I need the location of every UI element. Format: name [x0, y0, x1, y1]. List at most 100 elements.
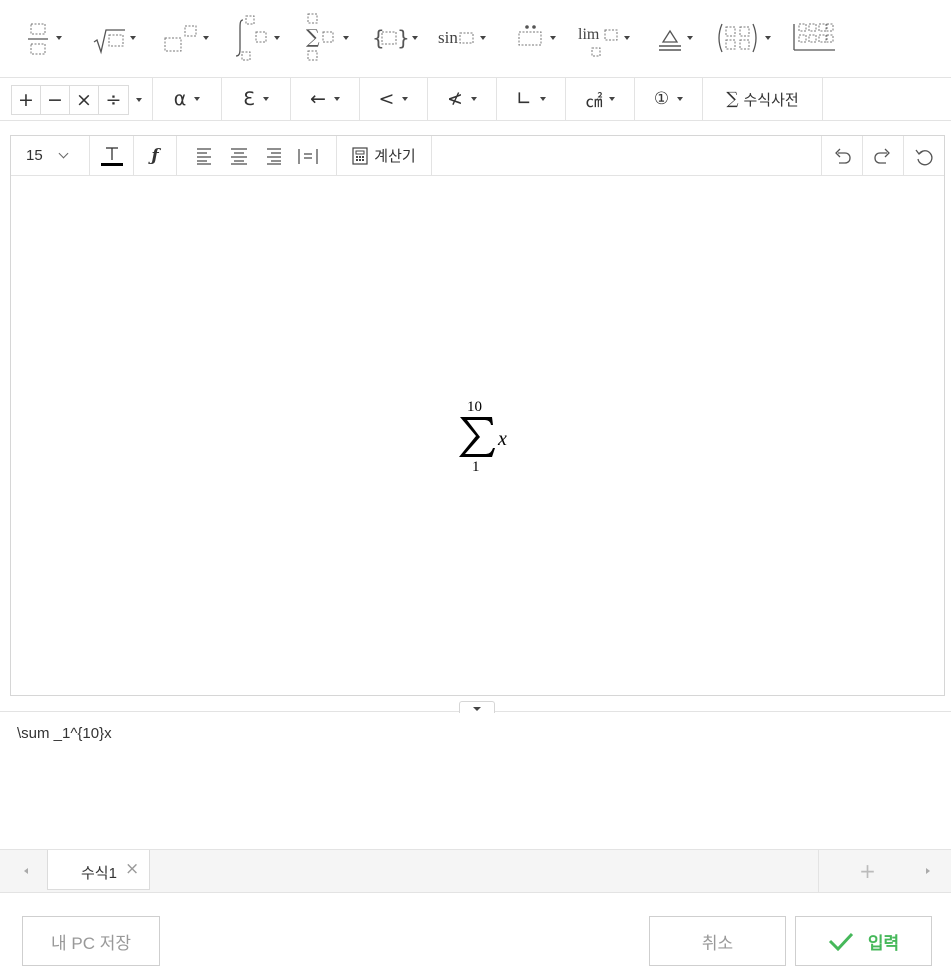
- superscript-template-button[interactable]: [163, 12, 209, 64]
- calculator-icon: [352, 146, 368, 165]
- align-right-icon[interactable]: [264, 147, 282, 165]
- font-size-select[interactable]: 15: [11, 136, 90, 175]
- text-color-icon: [100, 146, 123, 166]
- stacked-template-button[interactable]: [657, 12, 693, 64]
- sigma-operator: [459, 417, 495, 457]
- negated-relation-label: ≮: [447, 88, 463, 110]
- check-icon: [828, 932, 853, 951]
- symbol-toolbar: + − × ÷ α Ɛ ← < ≮ ∟ ㎠ ① ∑ 수식사전: [0, 78, 951, 121]
- svg-text:}: }: [397, 26, 408, 50]
- geometry-label: ∟: [516, 88, 532, 110]
- italic-f-icon: ƒ: [151, 145, 159, 166]
- superscript-icon: [164, 25, 197, 52]
- enclosed-symbols-button[interactable]: ①: [635, 78, 703, 120]
- font-size-value: 15: [26, 147, 43, 164]
- undo-icon: [835, 148, 851, 164]
- save-to-pc-label: 내 PC 저장: [51, 933, 131, 953]
- insert-label: 입력: [867, 933, 900, 953]
- format-toolbar: 15 ƒ 계산기: [11, 136, 944, 176]
- root-icon: [93, 29, 125, 55]
- sum-lower-limit: 1: [472, 459, 480, 475]
- sum-body: x: [498, 428, 507, 450]
- align-equals-icon[interactable]: [298, 147, 318, 165]
- divide-operator-button[interactable]: ÷: [99, 86, 128, 114]
- tab-scroll-right-button[interactable]: [906, 850, 950, 892]
- align-left-icon[interactable]: [196, 147, 214, 165]
- arrow-label: ←: [310, 88, 326, 110]
- letterlike-label: Ɛ: [243, 88, 255, 110]
- formula-dictionary-button[interactable]: ∑ 수식사전: [703, 78, 823, 120]
- function-label: sin: [438, 28, 458, 47]
- matrix-icon: [718, 23, 757, 53]
- fraction-template-button[interactable]: [26, 12, 62, 64]
- reset-button[interactable]: [903, 136, 944, 175]
- formula-canvas[interactable]: 10 1 x: [11, 176, 944, 695]
- function-argument-icon: [459, 32, 474, 44]
- tab-label: 수식1: [81, 865, 117, 882]
- text-color-button[interactable]: [90, 136, 134, 175]
- tab-formula-1[interactable]: 수식1 ×: [47, 850, 150, 890]
- align-center-icon[interactable]: [230, 147, 248, 165]
- times-operator-button[interactable]: ×: [70, 86, 99, 114]
- alignment-group: [177, 136, 337, 175]
- matrix-template-button[interactable]: [715, 12, 771, 64]
- arrow-symbols-button[interactable]: ←: [291, 78, 360, 120]
- fraction-icon: [28, 23, 48, 55]
- formula-tab-bar: 수식1 × +: [0, 849, 951, 893]
- stack-over-icon: [659, 29, 681, 51]
- latex-source-text: \sum _1^{10}x: [17, 725, 112, 742]
- table-icon: [793, 23, 835, 51]
- template-toolbar: ∑ {} sin lim: [0, 0, 951, 78]
- calculator-label: 계산기: [374, 148, 416, 165]
- svg-text:∑: ∑: [306, 26, 320, 48]
- operator-group: + − × ÷: [11, 85, 129, 115]
- cancel-label: 취소: [701, 933, 734, 953]
- greek-symbols-button[interactable]: α: [153, 78, 222, 120]
- chevron-down-icon: [58, 148, 69, 159]
- cancel-button[interactable]: 취소: [649, 916, 786, 966]
- tab-scroll-left-button[interactable]: [4, 850, 48, 892]
- close-icon[interactable]: ×: [125, 859, 139, 879]
- brackets-template-button[interactable]: {}: [372, 12, 418, 64]
- relation-label: <: [378, 88, 395, 110]
- add-tab-button[interactable]: +: [818, 850, 916, 892]
- unit-symbols-button[interactable]: ㎠: [566, 78, 635, 120]
- calculator-button[interactable]: 계산기: [337, 136, 432, 175]
- table-template-button[interactable]: [792, 12, 836, 64]
- limit-icon: [591, 29, 618, 57]
- arrow-right-icon: [926, 868, 930, 874]
- formula-editor: 15 ƒ 계산기 10 1 x: [10, 135, 945, 696]
- limit-template-button[interactable]: lim: [578, 12, 630, 64]
- arrow-left-icon: [24, 868, 28, 874]
- root-template-button[interactable]: [92, 12, 136, 64]
- insert-button[interactable]: 입력: [795, 916, 932, 966]
- minus-operator-button[interactable]: −: [41, 86, 70, 114]
- formula-dictionary-label: 수식사전: [743, 91, 799, 109]
- function-style-button[interactable]: ƒ: [134, 136, 177, 175]
- plus-operator-button[interactable]: +: [12, 86, 41, 114]
- enclosed-label: ①: [653, 89, 670, 109]
- save-to-pc-button[interactable]: 내 PC 저장: [22, 916, 160, 966]
- braces-icon: {}: [372, 26, 408, 50]
- accent-dots-icon: [518, 25, 542, 46]
- negated-relation-symbols-button[interactable]: ≮: [428, 78, 497, 120]
- geometry-symbols-button[interactable]: ∟: [497, 78, 566, 120]
- latex-source-editor[interactable]: \sum _1^{10}x: [0, 712, 951, 849]
- greek-label: α: [173, 88, 187, 110]
- function-template-button[interactable]: sin: [438, 12, 486, 64]
- integral-icon: [235, 15, 267, 61]
- redo-button[interactable]: [862, 136, 903, 175]
- rendered-formula: 10 1 x: [457, 399, 517, 479]
- integral-template-button[interactable]: [232, 12, 280, 64]
- svg-text:{: {: [372, 26, 385, 50]
- letterlike-symbols-button[interactable]: Ɛ: [222, 78, 291, 120]
- accent-template-button[interactable]: [516, 12, 556, 64]
- collapse-arrow-icon: [473, 706, 481, 711]
- operators-dropdown-icon[interactable]: [136, 98, 142, 102]
- redo-icon: [874, 148, 890, 164]
- relation-symbols-button[interactable]: <: [360, 78, 428, 120]
- unit-label: ㎠: [585, 91, 603, 112]
- undo-button[interactable]: [821, 136, 862, 175]
- summation-icon: ∑: [306, 13, 334, 61]
- summation-template-button[interactable]: ∑: [303, 12, 349, 64]
